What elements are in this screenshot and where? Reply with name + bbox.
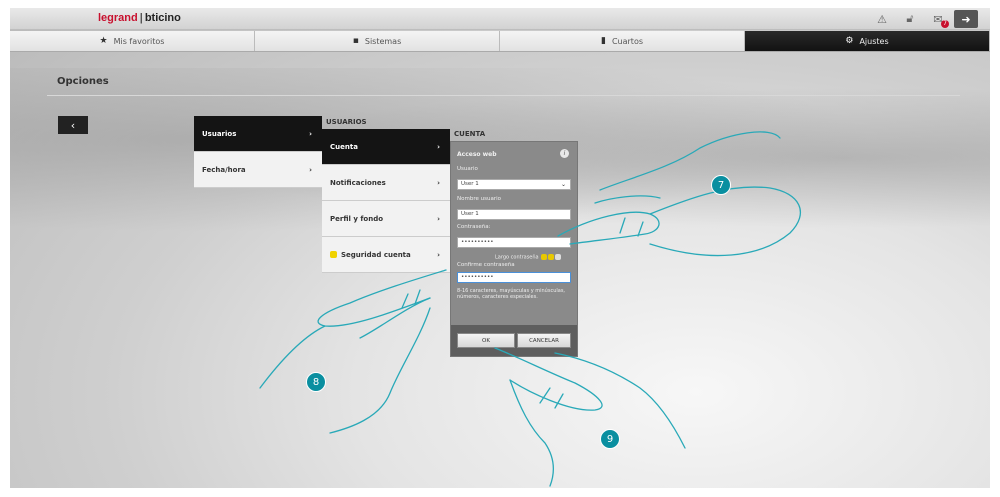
hand-illustrations [259, 131, 801, 487]
hand-bottom-finger [554, 352, 686, 449]
hand-right-knuckle [619, 217, 626, 234]
hand-right-outline [557, 211, 660, 245]
hand-right-finger [594, 195, 661, 204]
step-marker-7: 7 [711, 175, 731, 195]
hand-bottom-finger [494, 347, 603, 411]
hand-bottom-knuckle [539, 387, 551, 404]
app-frame: legrand | bticino ⚠ 🔓︎ ✉ 7 ➜ ★ Mis favorito… [10, 8, 990, 488]
hand-right-finger [599, 131, 781, 191]
hand-right-palm [649, 186, 801, 257]
step-marker-9: 9 [600, 429, 620, 449]
hand-bottom-palm [509, 379, 554, 487]
step-marker-8: 8 [306, 372, 326, 392]
hand-bottom-knuckle [554, 393, 564, 409]
